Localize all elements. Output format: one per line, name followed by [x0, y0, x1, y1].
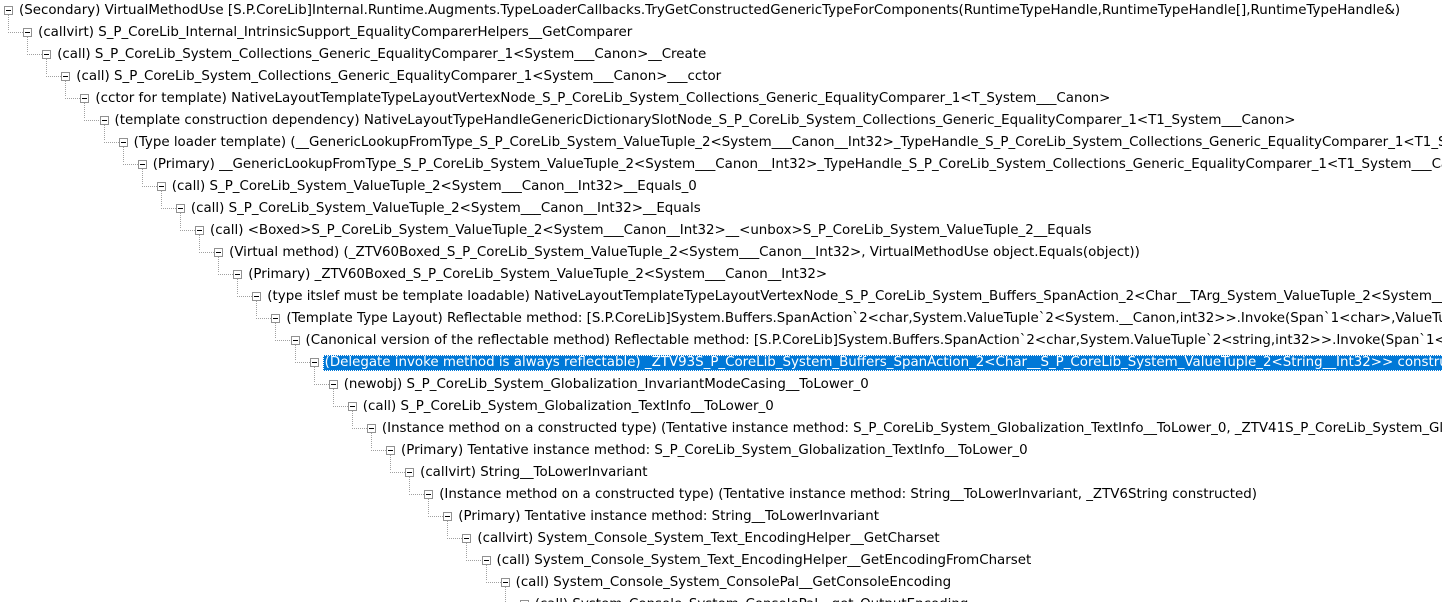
tree-node[interactable]: (Primary) __GenericLookupFromType_S_P_Co…: [0, 155, 1442, 177]
tree-node-label[interactable]: (call) S_P_CoreLib_System_ValueTuple_2<S…: [170, 179, 699, 195]
tree-node-label[interactable]: (call) <Boxed>S_P_CoreLib_System_ValueTu…: [208, 223, 1094, 239]
tree-node-label[interactable]: (call) System_Console_System_ConsolePal_…: [514, 575, 954, 591]
minus-box-icon[interactable]: [347, 402, 357, 411]
tree-node[interactable]: (Instance method on a constructed type) …: [0, 485, 1442, 507]
minus-box-icon[interactable]: [290, 336, 300, 345]
tree-node-label[interactable]: (Instance method on a constructed type) …: [380, 421, 1442, 437]
minus-box-icon[interactable]: [386, 446, 395, 455]
tree-node-label[interactable]: (cctor for template) NativeLayoutTemplat…: [93, 91, 1112, 107]
tree-node[interactable]: (call) System_Console_System_Text_Encodi…: [0, 551, 1442, 573]
tree-node[interactable]: (Template Type Layout) Reflectable metho…: [0, 309, 1442, 331]
tree-node-label[interactable]: (template construction dependency) Nativ…: [113, 113, 1298, 129]
tree-node-label[interactable]: (callvirt) S_P_CoreLib_Internal_Intrinsi…: [36, 25, 634, 41]
tree-node[interactable]: (Secondary) VirtualMethodUse [S.P.CoreLi…: [0, 1, 1442, 23]
tree-node-label[interactable]: (call) S_P_CoreLib_System_Collections_Ge…: [74, 69, 723, 85]
tree-node[interactable]: (Delegate invoke method is always reflec…: [0, 353, 1442, 375]
tree-node[interactable]: (cctor for template) NativeLayoutTemplat…: [0, 89, 1442, 111]
minus-box-icon[interactable]: [500, 578, 510, 587]
tree-node-label[interactable]: (Canonical version of the reflectable me…: [304, 333, 1442, 349]
minus-box-icon[interactable]: [271, 314, 281, 323]
tree-node[interactable]: (Canonical version of the reflectable me…: [0, 331, 1442, 353]
minus-box-icon[interactable]: [175, 204, 185, 213]
tree-node-label[interactable]: (callvirt) System_Console_System_Text_En…: [475, 531, 941, 547]
tree-node-label[interactable]: (Instance method on a constructed type) …: [437, 487, 1259, 503]
tree-node-label[interactable]: (Virtual method) (_ZTV60Boxed_S_P_CoreLi…: [227, 245, 1142, 261]
tree-node[interactable]: (call) S_P_CoreLib_System_ValueTuple_2<S…: [0, 177, 1442, 199]
minus-box-icon[interactable]: [309, 358, 319, 367]
minus-box-icon[interactable]: [462, 534, 472, 543]
tree-node-label[interactable]: (newobj) S_P_CoreLib_System_Globalizatio…: [342, 377, 871, 393]
tree-node[interactable]: (newobj) S_P_CoreLib_System_Globalizatio…: [0, 375, 1442, 397]
tree-node-label[interactable]: (Primary) Tentative instance method: Str…: [456, 509, 881, 525]
tree-node[interactable]: (call) System_Console_System_ConsolePal_…: [0, 595, 1442, 602]
dependency-tree-view[interactable]: (Secondary) VirtualMethodUse [S.P.CoreLi…: [0, 0, 1442, 602]
minus-box-icon[interactable]: [443, 512, 453, 521]
tree-node-label[interactable]: (callvirt) String__ToLowerInvariant: [418, 465, 649, 481]
tree-node[interactable]: (Virtual method) (_ZTV60Boxed_S_P_CoreLi…: [0, 243, 1442, 265]
tree-node-label[interactable]: (call) System_Console_System_Text_Encodi…: [495, 553, 1034, 569]
tree-node-label[interactable]: (Primary) __GenericLookupFromType_S_P_Co…: [151, 157, 1442, 173]
tree-node[interactable]: (call) <Boxed>S_P_CoreLib_System_ValueTu…: [0, 221, 1442, 243]
tree-node[interactable]: (Primary) Tentative instance method: Str…: [0, 507, 1442, 529]
minus-box-icon[interactable]: [366, 424, 376, 433]
tree-node-label[interactable]: (Primary) _ZTV60Boxed_S_P_CoreLib_System…: [246, 267, 829, 283]
minus-box-icon[interactable]: [214, 248, 224, 257]
minus-box-icon[interactable]: [23, 28, 33, 37]
minus-box-icon[interactable]: [118, 138, 128, 147]
tree-node[interactable]: (Type loader template) (__GenericLookupF…: [0, 133, 1442, 155]
minus-box-icon[interactable]: [4, 6, 13, 15]
tree-node[interactable]: (template construction dependency) Nativ…: [0, 111, 1442, 133]
minus-box-icon[interactable]: [481, 556, 491, 565]
tree-node-label[interactable]: (call) S_P_CoreLib_System_Globalization_…: [361, 399, 776, 415]
tree-node-label[interactable]: (Primary) Tentative instance method: S_P…: [399, 443, 1030, 459]
tree-node[interactable]: (call) S_P_CoreLib_System_Globalization_…: [0, 397, 1442, 419]
tree-node[interactable]: (Instance method on a constructed type) …: [0, 419, 1442, 441]
tree-node[interactable]: (call) S_P_CoreLib_System_Collections_Ge…: [0, 67, 1442, 89]
tree-node-label[interactable]: (Delegate invoke method is always reflec…: [322, 355, 1442, 371]
tree-node[interactable]: (type itslef must be template loadable) …: [0, 287, 1442, 309]
tree-node-label[interactable]: (Type loader template) (__GenericLookupF…: [132, 135, 1442, 151]
tree-node-label[interactable]: (type itslef must be template loadable) …: [265, 289, 1442, 305]
minus-box-icon[interactable]: [424, 490, 434, 499]
tree-node[interactable]: (Primary) Tentative instance method: S_P…: [0, 441, 1442, 463]
minus-box-icon[interactable]: [61, 72, 71, 81]
tree-node[interactable]: (Primary) _ZTV60Boxed_S_P_CoreLib_System…: [0, 265, 1442, 287]
minus-box-icon[interactable]: [42, 50, 52, 59]
minus-box-icon[interactable]: [195, 226, 204, 235]
tree-node-label[interactable]: (call) S_P_CoreLib_System_ValueTuple_2<S…: [189, 201, 703, 217]
minus-box-icon[interactable]: [405, 468, 415, 477]
tree-node[interactable]: (callvirt) System_Console_System_Text_En…: [0, 529, 1442, 551]
minus-box-icon[interactable]: [252, 292, 262, 301]
tree-node[interactable]: (call) System_Console_System_ConsolePal_…: [0, 573, 1442, 595]
tree-node[interactable]: (callvirt) String__ToLowerInvariant: [0, 463, 1442, 485]
tree-node-label[interactable]: (Template Type Layout) Reflectable metho…: [284, 311, 1442, 327]
minus-box-icon[interactable]: [233, 270, 243, 279]
tree-node[interactable]: (call) S_P_CoreLib_System_Collections_Ge…: [0, 45, 1442, 67]
tree-node[interactable]: (call) S_P_CoreLib_System_ValueTuple_2<S…: [0, 199, 1442, 221]
tree-node-label[interactable]: (call) S_P_CoreLib_System_Collections_Ge…: [55, 47, 708, 63]
tree-node[interactable]: (callvirt) S_P_CoreLib_Internal_Intrinsi…: [0, 23, 1442, 45]
minus-box-icon[interactable]: [80, 94, 90, 103]
minus-box-icon[interactable]: [156, 182, 166, 191]
minus-box-icon[interactable]: [137, 160, 147, 169]
minus-box-icon[interactable]: [99, 116, 109, 125]
tree-node-label[interactable]: (call) System_Console_System_ConsolePal_…: [533, 597, 971, 602]
tree-node-label[interactable]: (Secondary) VirtualMethodUse [S.P.CoreLi…: [17, 3, 1402, 19]
minus-box-icon[interactable]: [328, 380, 338, 389]
